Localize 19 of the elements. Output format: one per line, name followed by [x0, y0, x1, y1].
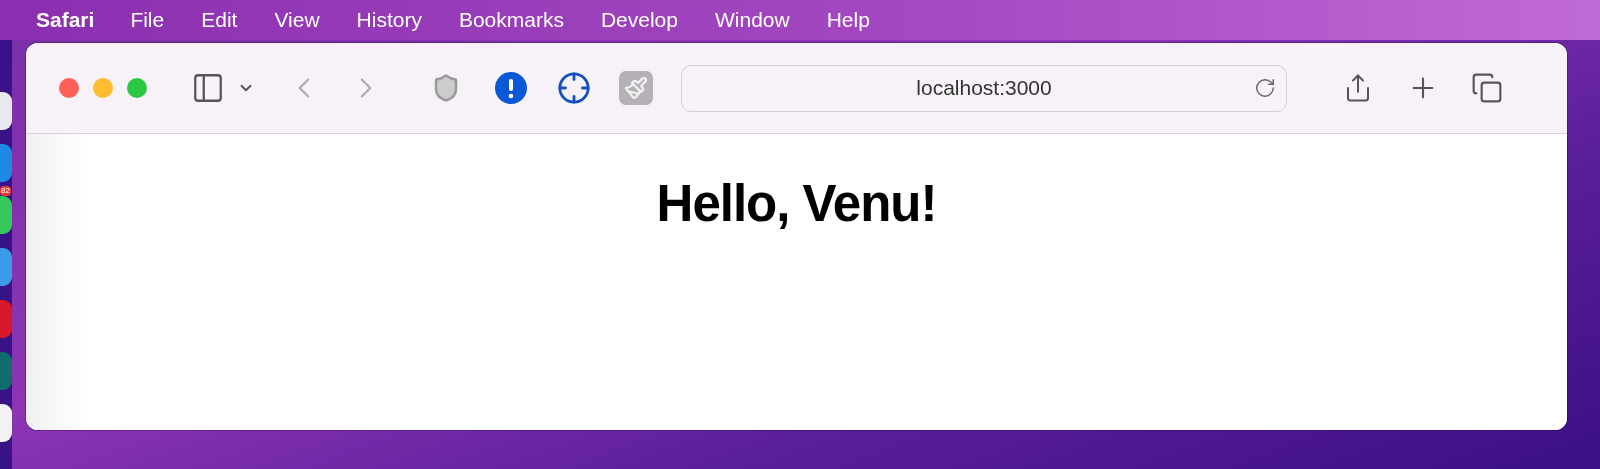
address-field[interactable]: localhost:3000 [681, 64, 1287, 112]
page-heading: Hello, Venu! [656, 174, 937, 234]
reload-icon[interactable] [1254, 76, 1276, 99]
menu-item[interactable]: File [130, 8, 165, 32]
crosshair-icon[interactable] [557, 71, 591, 105]
sidebar-icon[interactable] [191, 71, 225, 105]
notification-badge: 82 [0, 186, 11, 196]
menu-item[interactable]: Bookmarks [458, 8, 564, 32]
menu-item[interactable]: Edit [201, 8, 238, 32]
close-button[interactable] [59, 78, 79, 98]
menu-item[interactable]: Develop [600, 8, 678, 32]
menu-item[interactable]: View [274, 8, 320, 32]
tabs-icon[interactable] [1471, 72, 1503, 104]
menu-item[interactable]: Help [826, 8, 870, 32]
exclamation-icon[interactable] [495, 72, 527, 104]
app-menu[interactable]: Safari [36, 8, 95, 32]
menu-item[interactable]: Window [715, 8, 790, 32]
menu-item[interactable]: History [356, 8, 422, 32]
url-text: localhost:3000 [916, 76, 1052, 100]
